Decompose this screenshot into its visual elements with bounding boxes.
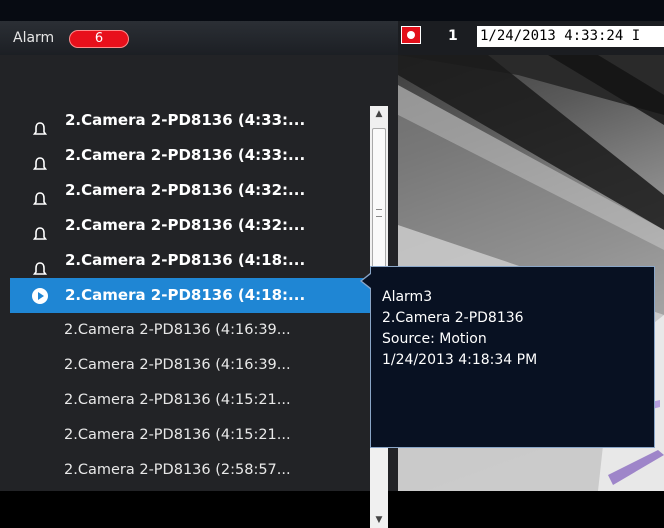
scrollbar-grip-icon bbox=[376, 209, 382, 217]
alarm-count-badge[interactable]: 6 bbox=[69, 30, 129, 48]
alarm-list: 2.Camera 2-PD8136 (4:33:... 2.Camera 2-PD… bbox=[10, 103, 370, 488]
alarm-tooltip: Alarm3 2.Camera 2-PD8136 Source: Motion … bbox=[370, 266, 655, 448]
alarm-list-item[interactable]: 2.Camera 2-PD8136 (4:33:... bbox=[10, 103, 370, 138]
tooltip-alarm-name: Alarm3 bbox=[382, 289, 433, 305]
record-icon[interactable] bbox=[401, 26, 421, 44]
alarm-item-label: 2.Camera 2-PD8136 (4:18:... bbox=[65, 251, 306, 269]
alarm-list-item[interactable]: 2.Camera 2-PD8136 (2:58:57... bbox=[10, 453, 370, 488]
top-bar bbox=[0, 0, 664, 21]
bell-icon bbox=[32, 254, 48, 275]
scroll-up-icon[interactable]: ▲ bbox=[370, 106, 388, 122]
alarm-item-label: 2.Camera 2-PD8136 (2:58:57... bbox=[64, 462, 291, 478]
scroll-down-icon[interactable]: ▼ bbox=[370, 512, 388, 528]
bell-icon bbox=[32, 149, 48, 170]
tooltip-timestamp: 1/24/2013 4:18:34 PM bbox=[382, 352, 538, 368]
alarm-list-item[interactable]: 2.Camera 2-PD8136 (4:18:... bbox=[10, 243, 370, 278]
alarm-list-item[interactable]: 2.Camera 2-PD8136 (4:15:21... bbox=[10, 418, 370, 453]
alarm-item-label: 2.Camera 2-PD8136 (4:32:... bbox=[65, 181, 306, 199]
alarm-item-label: 2.Camera 2-PD8136 (4:16:39... bbox=[64, 322, 291, 338]
alarm-list-item[interactable]: 2.Camera 2-PD8136 (4:18:... bbox=[10, 278, 370, 313]
alarm-panel-header: Alarm 6 bbox=[0, 21, 398, 55]
tooltip-camera-name: 2.Camera 2-PD8136 bbox=[382, 310, 524, 326]
alarm-list-item[interactable]: 2.Camera 2-PD8136 (4:32:... bbox=[10, 173, 370, 208]
alarm-list-item[interactable]: 2.Camera 2-PD8136 (4:33:... bbox=[10, 138, 370, 173]
bell-icon bbox=[32, 114, 48, 135]
alarm-item-label: 2.Camera 2-PD8136 (4:33:... bbox=[65, 146, 306, 164]
bell-icon bbox=[32, 184, 48, 205]
camera-toolbar: 1 1/24/2013 4:33:24 I bbox=[398, 21, 664, 55]
tooltip-arrow-inner bbox=[362, 274, 371, 288]
alarm-item-label: 2.Camera 2-PD8136 (4:16:39... bbox=[64, 357, 291, 373]
alarm-list-item[interactable]: 2.Camera 2-PD8136 (4:32:... bbox=[10, 208, 370, 243]
alarm-list-item[interactable]: 2.Camera 2-PD8136 (4:15:21... bbox=[10, 383, 370, 418]
alarm-list-item[interactable]: 2.Camera 2-PD8136 (4:16:39... bbox=[10, 313, 370, 348]
alarm-title: Alarm bbox=[13, 30, 55, 46]
alarm-item-label: 2.Camera 2-PD8136 (4:15:21... bbox=[64, 392, 291, 408]
alarm-item-label: 2.Camera 2-PD8136 (4:32:... bbox=[65, 216, 306, 234]
play-icon[interactable] bbox=[32, 288, 48, 304]
alarm-item-label: 2.Camera 2-PD8136 (4:15:21... bbox=[64, 427, 291, 443]
bell-icon bbox=[32, 219, 48, 240]
alarm-list-item[interactable]: 2.Camera 2-PD8136 (4:16:39... bbox=[10, 348, 370, 383]
alarm-list-panel: 2.Camera 2-PD8136 (4:33:... 2.Camera 2-PD… bbox=[0, 55, 398, 528]
camera-number: 1 bbox=[448, 28, 458, 44]
alarm-item-label: 2.Camera 2-PD8136 (4:18:... bbox=[65, 286, 306, 304]
timestamp-display: 1/24/2013 4:33:24 I bbox=[477, 26, 664, 47]
alarm-item-label: 2.Camera 2-PD8136 (4:33:... bbox=[65, 111, 306, 129]
tooltip-source: Source: Motion bbox=[382, 331, 487, 347]
